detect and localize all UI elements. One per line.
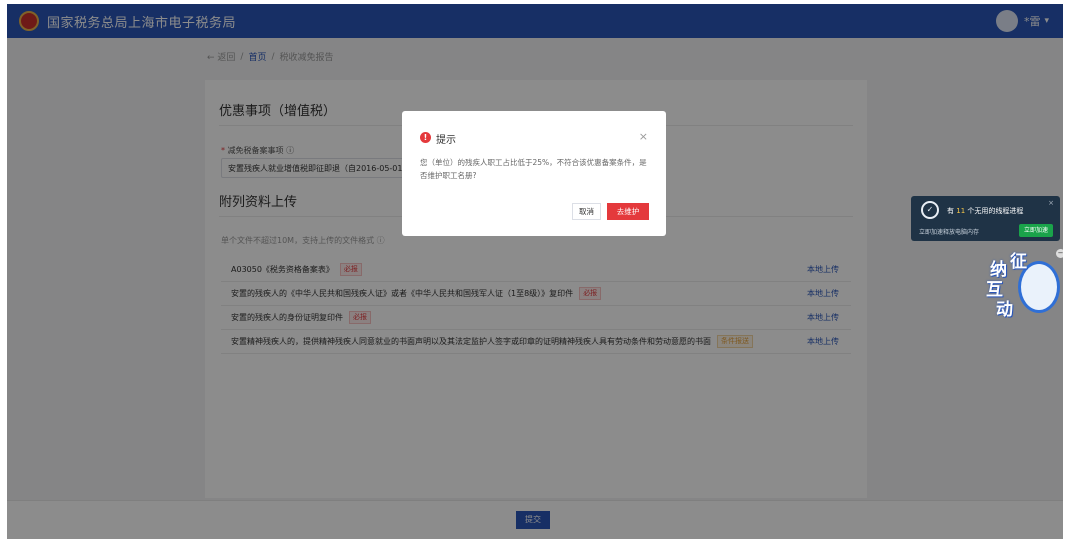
speedup-button[interactable]: 立即加速 (1018, 224, 1053, 237)
speedup-widget: ✓ 有 11 个无用的线程进程 × 立即加速释放电脑内存 立即加速 (911, 196, 1060, 241)
thread-count: 11 (956, 207, 966, 215)
maintain-button[interactable]: 去维护 (607, 203, 649, 220)
app-window: 国家税务总局上海市电子税务局 *雷 ▾ ← 返回 / 首页 / 税收减免报告 优… (7, 4, 1063, 539)
interaction-mascot[interactable]: 纳 征 互 动 (982, 247, 1062, 320)
modal-backdrop[interactable] (7, 4, 1063, 539)
shield-icon: ✓ (921, 201, 939, 219)
widget-subtext: 立即加速释放电脑内存 (919, 229, 980, 236)
cancel-button[interactable]: 取消 (572, 203, 601, 220)
dialog-title: 提示 (436, 135, 456, 146)
close-icon[interactable]: × (639, 130, 648, 143)
widget-text-prefix: 有 (947, 207, 957, 215)
mascot-char: 动 (996, 300, 1013, 320)
warning-icon: ! (420, 132, 431, 143)
mascot-char: 征 (1010, 252, 1027, 272)
alert-dialog: ! 提示 × 您（单位）的残疾人职工占比低于25%，不符合该优惠备案条件，是否维… (402, 111, 666, 236)
widget-text-suffix: 个无用的线程进程 (965, 207, 1024, 215)
dialog-message: 您（单位）的残疾人职工占比低于25%，不符合该优惠备案条件，是否维护职工名册? (420, 158, 647, 180)
close-icon[interactable]: × (1048, 199, 1054, 207)
widget-message: 有 11 个无用的线程进程 (947, 206, 1023, 216)
